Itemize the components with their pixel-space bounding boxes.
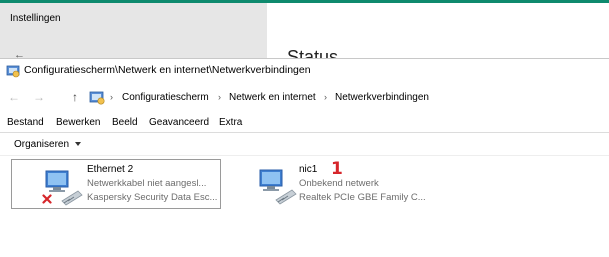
settings-title: Instellingen xyxy=(10,13,61,24)
title-bar[interactable]: Configuratiescherm\Netwerk en internet\N… xyxy=(0,59,609,83)
breadcrumb-separator-icon[interactable]: › xyxy=(218,92,221,102)
menu-file[interactable]: Bestand xyxy=(7,117,44,128)
breadcrumb-network-internet[interactable]: Netwerk en internet xyxy=(229,92,316,103)
connection-name: nic1 xyxy=(299,164,318,175)
annotation-marker: 1 xyxy=(331,159,343,179)
connection-device: Kaspersky Security Data Esc... xyxy=(87,192,218,203)
menu-bar: Bestand Bewerken Beeld Geavanceerd Extra xyxy=(0,115,609,131)
connection-ethernet-2[interactable]: Ethernet 2 Netwerkkabel niet aangesl... … xyxy=(11,159,221,209)
disconnected-x-icon xyxy=(42,194,52,204)
settings-sidebar: Instellingen ← xyxy=(0,3,267,61)
network-adapter-icon xyxy=(259,169,297,205)
chevron-down-icon[interactable] xyxy=(75,142,81,146)
menu-view[interactable]: Beeld xyxy=(112,117,138,128)
organize-button[interactable]: Organiseren xyxy=(14,139,69,150)
breadcrumb-control-panel[interactable]: Configuratiescherm xyxy=(122,92,209,103)
connection-status: Onbekend netwerk xyxy=(299,178,379,189)
toolbar-divider xyxy=(0,155,609,156)
control-panel-icon xyxy=(6,65,20,78)
settings-window: Instellingen ← Status xyxy=(0,0,609,61)
menu-extra[interactable]: Extra xyxy=(219,117,242,128)
control-panel-icon xyxy=(89,91,105,105)
address-row: ← → ↑ › Configuratiescherm › Netwerk en … xyxy=(0,87,609,109)
menu-advanced[interactable]: Geavanceerd xyxy=(149,117,209,128)
up-icon[interactable]: ↑ xyxy=(72,90,78,104)
breadcrumb-separator-icon[interactable]: › xyxy=(324,92,327,102)
settings-heading: Status xyxy=(287,47,339,58)
breadcrumb-separator-icon[interactable]: › xyxy=(110,92,113,102)
menu-edit[interactable]: Bewerken xyxy=(56,117,100,128)
connection-status: Netwerkkabel niet aangesl... xyxy=(87,178,207,189)
back-icon[interactable]: ← xyxy=(8,90,20,104)
breadcrumb-network-connections[interactable]: Netwerkverbindingen xyxy=(335,92,429,103)
connection-device: Realtek PCIe GBE Family C... xyxy=(299,192,426,203)
explorer-window: Configuratiescherm\Netwerk en internet\N… xyxy=(0,58,609,257)
window-title: Configuratiescherm\Netwerk en internet\N… xyxy=(24,64,311,76)
connection-name: Ethernet 2 xyxy=(87,164,134,175)
connection-nic1[interactable]: nic1 Onbekend netwerk Realtek PCIe GBE F… xyxy=(252,159,452,207)
menu-divider xyxy=(0,132,609,133)
forward-icon[interactable]: → xyxy=(33,90,45,104)
